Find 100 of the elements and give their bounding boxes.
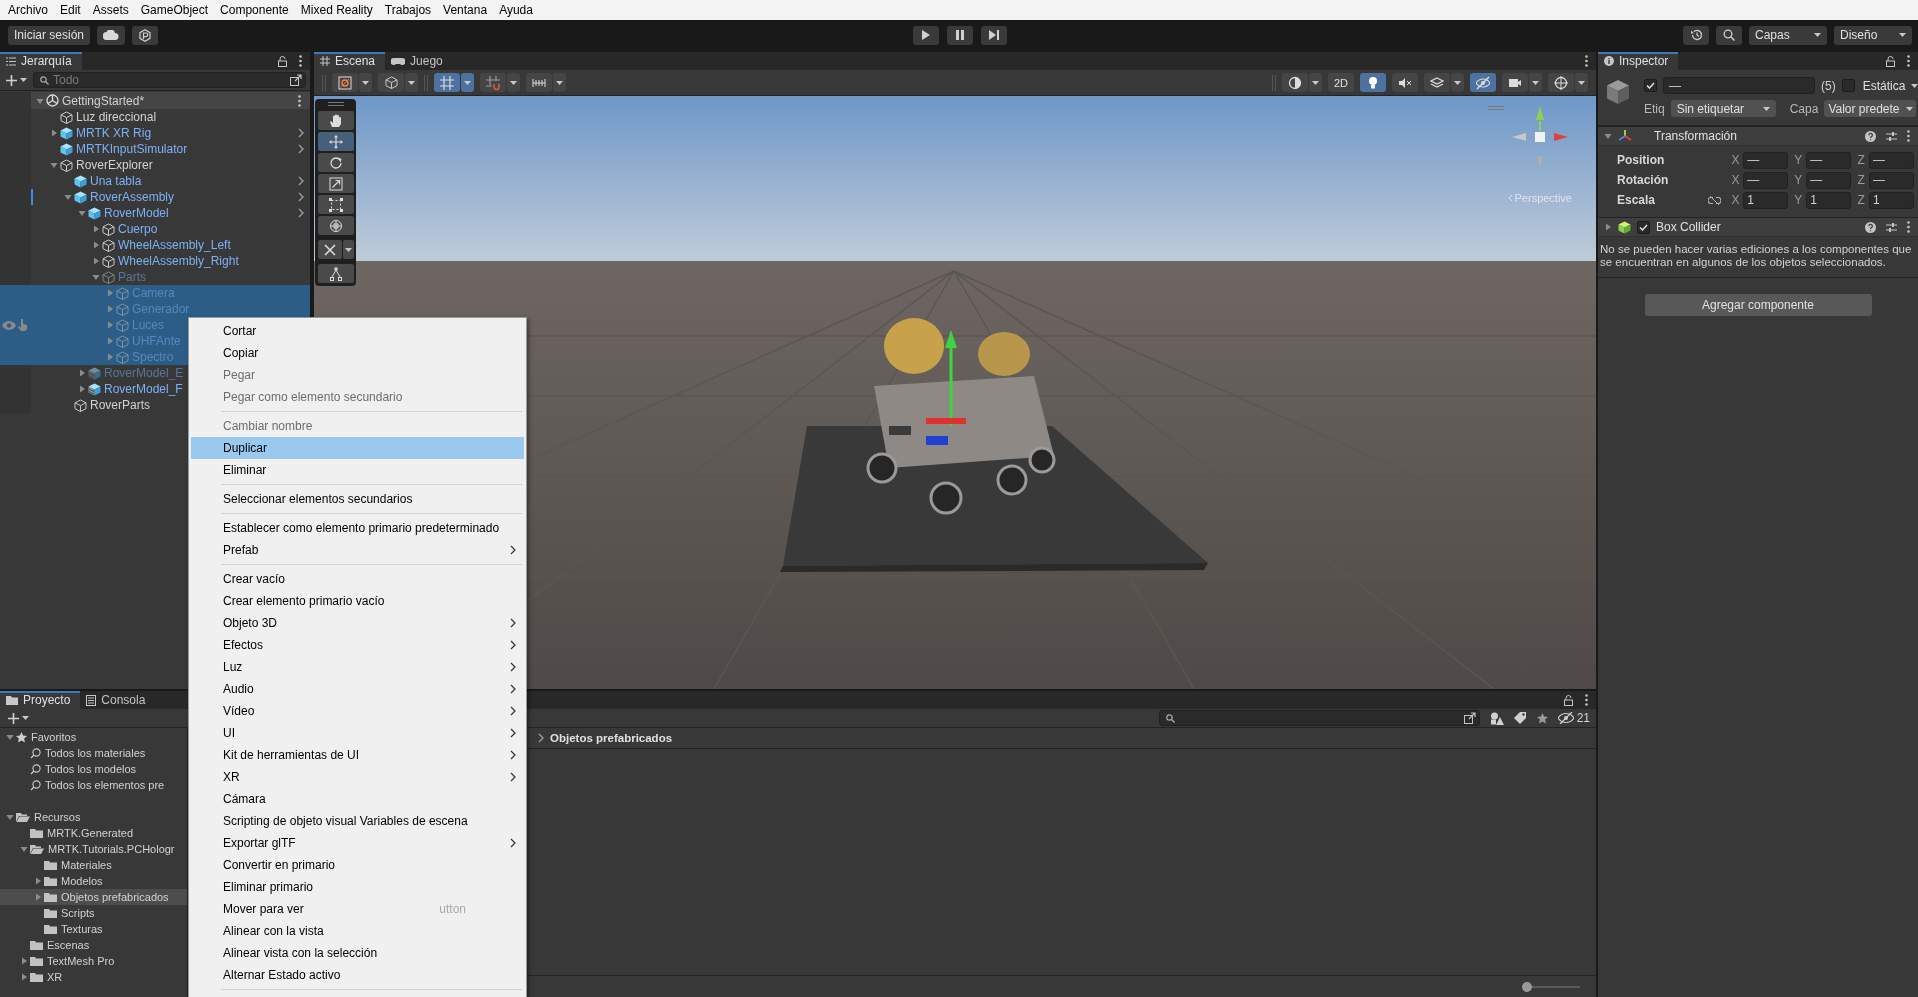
tool-button[interactable] (317, 174, 354, 193)
menu-item[interactable]: Mover para ver utton (191, 898, 524, 920)
triangle-right-icon[interactable] (92, 257, 100, 265)
menu-item[interactable]: Ventana (437, 3, 494, 17)
cloud-button[interactable] (97, 25, 126, 45)
menu-item[interactable]: Assets (86, 3, 135, 17)
menu-item[interactable]: Exportar glTF (191, 832, 524, 854)
toggle-button[interactable] (1548, 73, 1574, 92)
more-icon[interactable] (298, 94, 301, 107)
slider-thumb[interactable] (1522, 981, 1532, 992)
project-tree-row[interactable]: TextMesh Pro (0, 953, 187, 969)
triangle-right-icon[interactable] (50, 129, 58, 137)
menu-item[interactable]: Edit (54, 3, 87, 17)
triangle-right-icon[interactable] (20, 957, 28, 965)
number-field[interactable]: 1 (1868, 191, 1914, 209)
project-tree-row[interactable]: Todos los materiales (0, 745, 187, 761)
tool-button[interactable] (317, 195, 354, 214)
menu-item[interactable]: Trabajos (378, 3, 438, 17)
dropdown-button[interactable] (1575, 73, 1588, 92)
triangle-right-icon[interactable] (78, 385, 86, 393)
add-component-button[interactable]: Agregar componente (1644, 294, 1872, 316)
menu-item[interactable]: UI (191, 722, 524, 744)
triangle-right-icon[interactable] (1604, 223, 1612, 231)
tool-button[interactable] (317, 216, 354, 235)
tool-button[interactable] (317, 264, 354, 283)
more-icon[interactable] (299, 55, 302, 67)
toggle-button[interactable] (526, 73, 552, 92)
menu-item[interactable]: Audio (191, 678, 524, 700)
tool-button[interactable] (317, 153, 354, 172)
play-button[interactable] (913, 25, 939, 45)
project-tree-row[interactable]: MRTK.Generated (0, 825, 187, 841)
dropdown-button[interactable] (507, 73, 520, 92)
drag-handle-icon[interactable] (327, 102, 344, 106)
project-tree-row[interactable]: Scripts (0, 905, 187, 921)
number-field[interactable]: — (1868, 171, 1914, 189)
menu-item[interactable]: Crear vacío (191, 568, 524, 590)
dropdown-button[interactable] (359, 73, 372, 92)
breadcrumb-link[interactable]: Objetos prefabricados (550, 732, 673, 744)
hidden-eye-icon[interactable] (1557, 712, 1574, 724)
dropdown-button[interactable] (1451, 73, 1464, 92)
step-button[interactable] (981, 25, 1007, 45)
number-field[interactable]: — (1743, 171, 1789, 189)
triangle-right-icon[interactable] (34, 877, 42, 885)
project-tree-row[interactable]: Texturas (0, 921, 187, 937)
menu-item[interactable]: Prefab (191, 539, 524, 561)
number-field[interactable]: — (1806, 151, 1852, 169)
triangle-down-icon[interactable] (20, 845, 28, 853)
unlinked-chain-icon[interactable] (1707, 195, 1721, 205)
menu-item[interactable]: Seleccionar elementos secundarios (191, 488, 524, 510)
triangle-down-icon[interactable] (92, 273, 100, 281)
dropdown-button[interactable] (553, 73, 566, 92)
plus-icon[interactable] (6, 74, 17, 86)
triangle-down-icon[interactable] (1604, 132, 1612, 140)
more-icon[interactable] (1907, 221, 1910, 233)
dropdown-button[interactable] (1529, 73, 1542, 92)
checkbox[interactable] (1644, 79, 1657, 92)
dropdown-button[interactable] (405, 73, 418, 92)
number-field[interactable]: 1 (1743, 191, 1789, 209)
project-tree-row[interactable]: Modelos (0, 873, 187, 889)
panel-tab[interactable]: Inspector (1598, 52, 1679, 70)
menu-item[interactable]: Vídeo (191, 700, 524, 722)
project-tree-row[interactable]: Todos los modelos (0, 761, 187, 777)
checkbox[interactable] (1637, 220, 1650, 234)
toggle-button[interactable] (480, 73, 506, 92)
menu-item[interactable]: XR (191, 766, 524, 788)
toggle-button[interactable] (434, 73, 460, 92)
scene-header-row[interactable]: GettingStarted* (0, 92, 310, 109)
dropdown-button[interactable] (342, 240, 354, 259)
toggle-button[interactable] (1424, 73, 1450, 92)
toggle-button[interactable] (1392, 73, 1418, 92)
more-icon[interactable] (1585, 694, 1588, 706)
toggle-button[interactable] (1282, 73, 1308, 92)
triangle-down-icon[interactable] (6, 733, 14, 741)
history-button[interactable] (1683, 25, 1709, 45)
menu-item[interactable]: Alinear con la vista (191, 920, 524, 942)
menu-item[interactable]: Establecer como elemento primario predeterminado (191, 517, 524, 539)
search-field[interactable]: Todo (33, 72, 306, 88)
triangle-right-icon[interactable] (92, 241, 100, 249)
search-field[interactable] (1158, 710, 1480, 726)
tool-button[interactable] (317, 240, 342, 259)
component-header[interactable]: Box Collider (1598, 217, 1918, 237)
menu-item[interactable]: Cámara (191, 788, 524, 810)
toggle-button[interactable]: 2D (1328, 73, 1354, 92)
menu-item[interactable]: Copiar (191, 342, 524, 364)
menu-item[interactable]: Convertir en primario (191, 854, 524, 876)
menu-item[interactable]: Scripting de objeto visual Variables de escena (191, 810, 524, 832)
lock-icon[interactable] (1564, 694, 1573, 706)
triangle-down-icon[interactable] (78, 209, 86, 217)
project-tree-row[interactable]: Todos los elementos pre (0, 777, 187, 793)
sign-in-button[interactable]: Iniciar sesión (8, 25, 91, 45)
drag-handle-icon[interactable] (1488, 106, 1504, 110)
pause-button[interactable] (947, 25, 973, 45)
menu-item[interactable]: Mixed Reality (294, 3, 379, 17)
triangle-right-icon[interactable] (92, 225, 100, 233)
project-tree-row[interactable]: Materiales (0, 857, 187, 873)
tag-dropdown[interactable]: Sin etiquetar (1670, 100, 1776, 117)
static-dropdown[interactable]: Estática (1860, 77, 1918, 94)
panel-tab[interactable]: Jerarquía (0, 52, 82, 70)
more-icon[interactable] (1907, 55, 1910, 67)
tag-icon[interactable] (1513, 712, 1527, 724)
